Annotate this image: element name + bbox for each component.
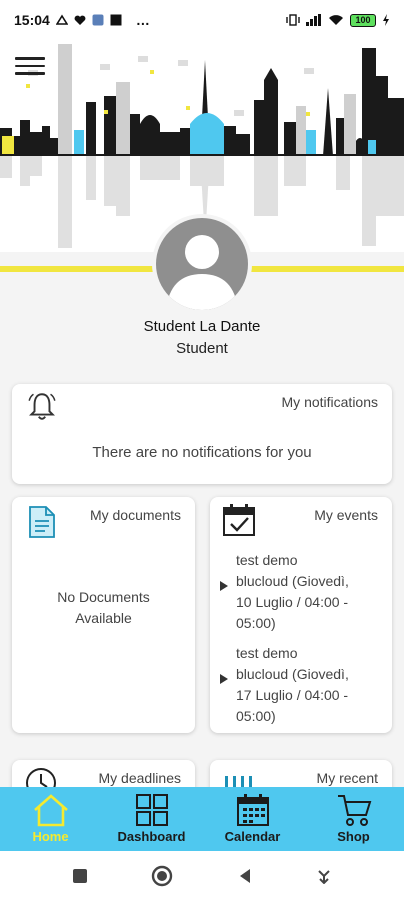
recent-title: My recent bbox=[316, 770, 378, 786]
nav-calendar[interactable]: Calendar bbox=[202, 787, 303, 851]
nav-home[interactable]: Home bbox=[0, 787, 101, 851]
bottom-navigation: Home Dashboard Calendar Shop bbox=[0, 787, 404, 851]
user-name: Student La Dante bbox=[143, 318, 261, 335]
app-icon bbox=[92, 14, 104, 26]
event-item[interactable]: test demo blucloud (Giovedì, 17 Luglio /… bbox=[220, 643, 386, 727]
system-navigation-bar bbox=[0, 851, 404, 900]
nav-home-label: Home bbox=[32, 829, 69, 844]
charging-icon bbox=[383, 14, 389, 26]
heart-icon bbox=[74, 15, 86, 25]
nav-dashboard-label: Dashboard bbox=[117, 829, 186, 844]
home-button-icon[interactable] bbox=[151, 865, 173, 887]
event-line: test demo bbox=[236, 645, 298, 661]
menu-line bbox=[15, 57, 45, 60]
menu-line bbox=[15, 72, 45, 75]
nav-dashboard[interactable]: Dashboard bbox=[101, 787, 202, 851]
battery-icon: 100 bbox=[350, 13, 376, 27]
hamburger-menu-button[interactable] bbox=[10, 50, 50, 82]
home-icon bbox=[33, 794, 68, 827]
event-line: 05:00) bbox=[236, 708, 276, 724]
documents-empty-line2: Available bbox=[75, 610, 132, 626]
play-arrow-icon bbox=[220, 674, 228, 684]
event-item[interactable]: test demo blucloud (Giovedì, 10 Luglio /… bbox=[220, 550, 386, 634]
deadlines-title: My deadlines bbox=[98, 770, 182, 786]
notifications-empty-text: There are no notifications for you bbox=[92, 444, 312, 461]
event-line: test demo bbox=[236, 552, 298, 568]
signal-icon bbox=[306, 14, 321, 26]
status-bar: 15:04 … 100 bbox=[0, 0, 404, 40]
avatar-frame bbox=[152, 214, 252, 314]
nav-calendar-label: Calendar bbox=[224, 829, 281, 844]
event-line: 10 Luglio / 04:00 - bbox=[236, 594, 349, 610]
vibrate-icon bbox=[286, 14, 300, 26]
status-time: 15:04 bbox=[14, 12, 50, 28]
wifi-icon bbox=[329, 15, 343, 25]
document-icon bbox=[29, 506, 55, 538]
recents-button-icon[interactable] bbox=[72, 868, 88, 884]
documents-empty-text: No Documents Available bbox=[12, 587, 195, 629]
menu-line bbox=[15, 64, 45, 68]
play-arrow-icon bbox=[220, 581, 228, 591]
user-placeholder-icon bbox=[166, 235, 238, 310]
documents-empty-line1: No Documents bbox=[57, 589, 150, 605]
documents-title: My documents bbox=[89, 507, 181, 523]
events-title: My events bbox=[314, 507, 378, 523]
notification-icon bbox=[55, 14, 68, 25]
bell-icon bbox=[28, 393, 56, 420]
calendar-check-icon bbox=[223, 504, 255, 536]
avatar[interactable] bbox=[156, 218, 248, 310]
event-line: 17 Luglio / 04:00 - bbox=[236, 687, 349, 703]
event-line: 05:00) bbox=[236, 615, 276, 631]
event-line: blucloud (Giovedì, bbox=[236, 666, 349, 682]
more-notifications-icon: … bbox=[135, 12, 150, 28]
user-role: Student bbox=[176, 340, 228, 357]
calendar-icon bbox=[236, 794, 269, 826]
nav-shop[interactable]: Shop bbox=[303, 787, 404, 851]
back-button-icon[interactable] bbox=[237, 868, 253, 884]
notifications-card[interactable]: My notifications There are no notificati… bbox=[12, 384, 392, 484]
dashboard-icon bbox=[135, 794, 168, 826]
event-line: blucloud (Giovedì, bbox=[236, 573, 349, 589]
nav-shop-label: Shop bbox=[337, 829, 370, 844]
square-icon bbox=[110, 14, 122, 26]
keyboard-hide-icon[interactable] bbox=[316, 868, 332, 884]
documents-card[interactable]: My documents No Documents Available bbox=[12, 497, 195, 733]
cart-icon bbox=[337, 795, 371, 826]
notifications-title: My notifications bbox=[281, 394, 378, 410]
events-card[interactable]: My events test demo blucloud (Giovedì, 1… bbox=[210, 497, 392, 733]
